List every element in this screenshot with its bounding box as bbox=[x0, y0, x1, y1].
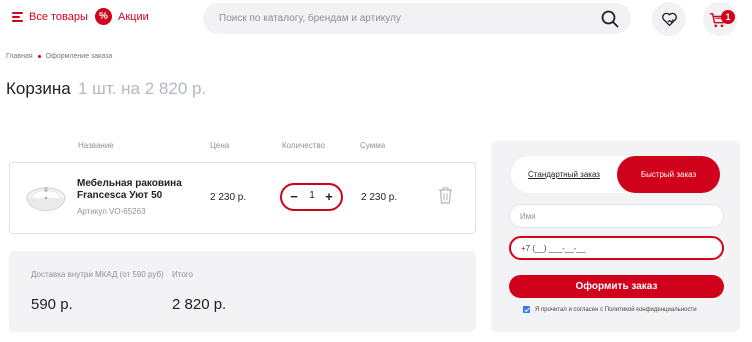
sale-label: Акции bbox=[118, 10, 149, 23]
tab-fast-order[interactable]: Быстрый заказ bbox=[617, 156, 720, 193]
cart-count-badge: 1 bbox=[721, 10, 735, 24]
product-name-link[interactable]: Мебельная раковина Francesca Уют 50 bbox=[77, 178, 197, 202]
consent-text[interactable]: Я прочитал и согласен с Политикой конфид… bbox=[535, 307, 697, 313]
sale-button[interactable]: % Акции bbox=[95, 8, 149, 25]
tab-standard-order[interactable]: Стандартный заказ bbox=[511, 156, 617, 193]
column-header-sum: Сумма bbox=[360, 141, 386, 150]
cart-item-row: Мебельная раковина Francesca Уют 50 Арти… bbox=[9, 162, 476, 234]
page-title: Корзина bbox=[6, 79, 71, 98]
percent-icon: % bbox=[95, 8, 112, 25]
favorites-heart-icon bbox=[662, 12, 677, 27]
quantity-decrease-button[interactable]: − bbox=[286, 188, 302, 206]
breadcrumb-current: Оформление заказа bbox=[45, 53, 113, 60]
search-input[interactable] bbox=[219, 3, 589, 34]
product-sum: 2 230 р. bbox=[361, 192, 398, 203]
search-bar bbox=[203, 3, 631, 34]
breadcrumb-separator bbox=[37, 55, 41, 58]
order-summary-panel: Доставка внутри МКАД (от 590 руб) 590 р.… bbox=[9, 251, 476, 332]
total-label: Итого bbox=[172, 270, 193, 279]
product-price: 2 230 р. bbox=[210, 192, 247, 203]
trash-icon[interactable] bbox=[438, 187, 453, 204]
column-header-quantity: Количество bbox=[282, 141, 325, 150]
delivery-value: 590 р. bbox=[31, 296, 73, 313]
column-header-name: Название bbox=[78, 141, 114, 150]
product-image[interactable] bbox=[24, 181, 68, 215]
name-field[interactable] bbox=[509, 204, 724, 228]
breadcrumb: Главная Оформление заказа bbox=[6, 53, 112, 60]
breadcrumb-home-link[interactable]: Главная bbox=[6, 53, 33, 60]
quantity-stepper: − 1 + bbox=[280, 183, 343, 211]
top-header: Все товары % Акции 1 bbox=[0, 0, 752, 38]
cart-summary-subtitle: 1 шт. на 2 820 р. bbox=[78, 79, 207, 98]
total-value: 2 820 р. bbox=[172, 296, 227, 313]
consent-row: Я прочитал и согласен с Политикой конфид… bbox=[523, 306, 697, 313]
submit-order-button[interactable]: Оформить заказ bbox=[509, 275, 724, 298]
column-header-price: Цена bbox=[210, 141, 230, 150]
consent-checkbox[interactable] bbox=[523, 306, 530, 313]
favorites-button[interactable] bbox=[652, 2, 686, 36]
checkout-panel: Стандартный заказ Быстрый заказ Оформить… bbox=[491, 141, 740, 332]
product-sku: Артикул VO-65263 bbox=[77, 207, 146, 216]
all-goods-button[interactable]: Все товары bbox=[12, 11, 88, 23]
delivery-label: Доставка внутри МКАД (от 590 руб) bbox=[31, 270, 164, 279]
check-icon bbox=[523, 307, 530, 312]
cart-button[interactable]: 1 bbox=[703, 2, 737, 36]
quantity-value[interactable]: 1 bbox=[302, 190, 322, 201]
order-type-tabs: Стандартный заказ Быстрый заказ bbox=[511, 156, 720, 193]
search-icon[interactable] bbox=[601, 10, 619, 28]
quantity-increase-button[interactable]: + bbox=[321, 188, 337, 206]
all-goods-label: Все товары bbox=[29, 11, 88, 23]
menu-icon bbox=[12, 12, 23, 22]
phone-field[interactable] bbox=[509, 236, 724, 260]
